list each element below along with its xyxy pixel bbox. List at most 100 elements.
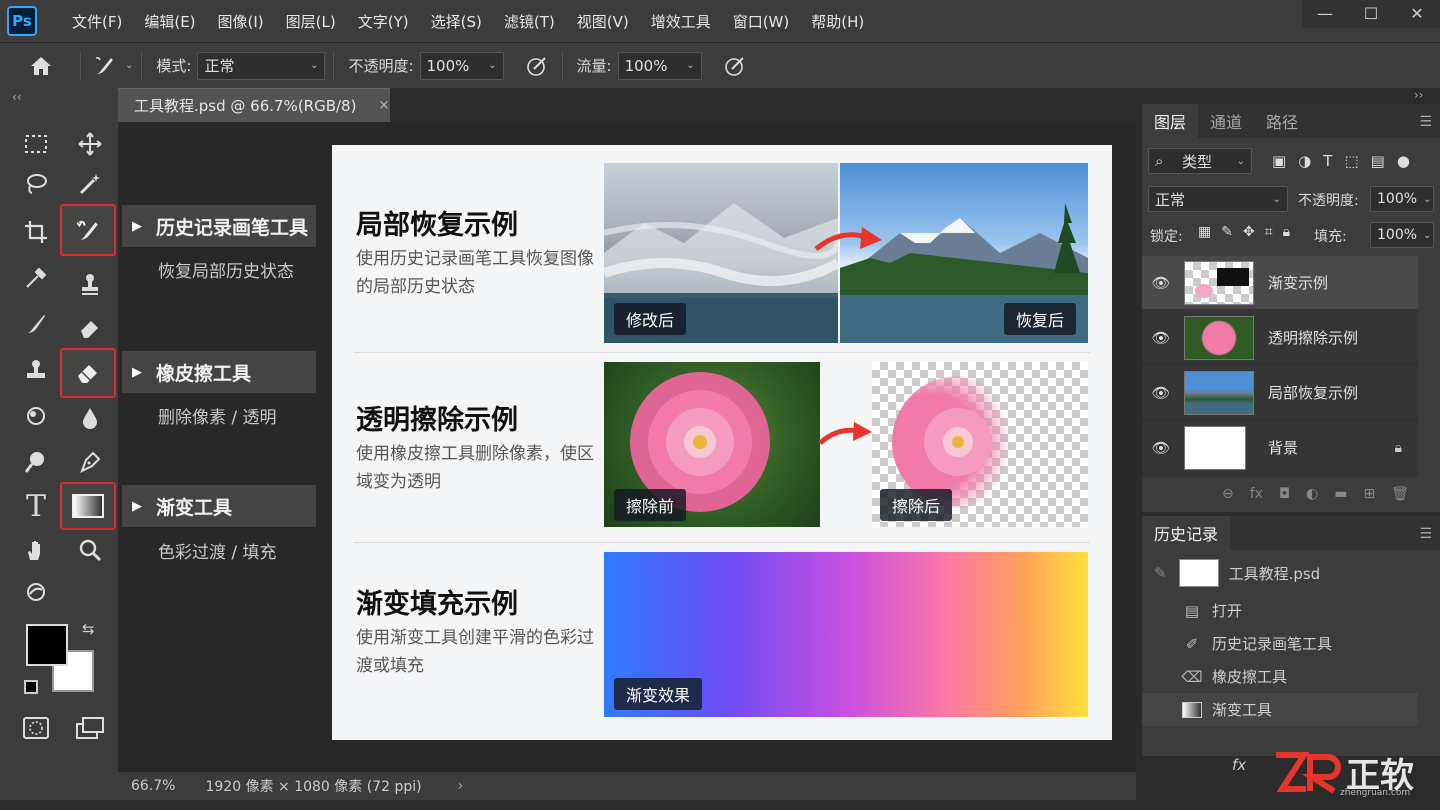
panel-menu-icon[interactable]: ☰ xyxy=(1419,526,1432,542)
new-layer-icon[interactable]: ⊞ xyxy=(1363,486,1375,502)
document-canvas[interactable]: 局部恢复示例 使用历史记录画笔工具恢复图像的局部历史状态 修改后 恢复后 透明擦… xyxy=(332,145,1112,740)
zoom-level[interactable]: 66.7% xyxy=(131,778,175,794)
brush-tool-icon[interactable] xyxy=(16,304,56,344)
history-brush-tool-icon[interactable] xyxy=(60,204,116,256)
smart-object-filter-icon[interactable]: ▤ xyxy=(1371,152,1385,170)
maximize-button[interactable]: ☐ xyxy=(1348,0,1394,26)
link-icon[interactable]: ⊖ xyxy=(1222,486,1234,502)
adjustment-icon[interactable]: ◐ xyxy=(1306,486,1318,502)
menu-filter[interactable]: 滤镜(T) xyxy=(493,11,566,32)
menu-type[interactable]: 文字(Y) xyxy=(347,11,420,32)
history-snapshot[interactable]: ✎ 工具教程.psd xyxy=(1142,554,1418,592)
tab-history[interactable]: 历史记录 xyxy=(1142,516,1231,550)
layer-opacity-input[interactable]: 100% ⌄ xyxy=(1370,186,1434,212)
history-item[interactable]: ✐ 历史记录画笔工具 xyxy=(1142,627,1418,660)
lasso-tool-icon[interactable] xyxy=(16,164,56,204)
tab-channels[interactable]: 通道 xyxy=(1198,104,1254,138)
type-tool-icon[interactable]: T xyxy=(16,486,56,526)
quick-mask-icon[interactable] xyxy=(16,708,56,748)
blend-mode-select[interactable]: 正常 ⌄ xyxy=(1148,186,1288,212)
history-item[interactable]: ▤ 打开 xyxy=(1142,594,1418,627)
blur-tool-icon[interactable] xyxy=(16,396,56,436)
status-menu-arrow[interactable]: › xyxy=(458,778,464,794)
swap-colors-icon[interactable]: ⇆ xyxy=(82,620,95,638)
menu-plugins[interactable]: 增效工具 xyxy=(640,11,722,32)
hand-tool-icon[interactable] xyxy=(16,530,56,570)
fill-input[interactable]: 100% ⌄ xyxy=(1370,222,1434,248)
dodge-tool-icon[interactable] xyxy=(16,442,56,482)
home-icon[interactable] xyxy=(26,51,56,81)
history-brush-preset-icon[interactable] xyxy=(89,51,119,81)
stamp-tool-icon[interactable] xyxy=(16,350,56,390)
eye-icon[interactable]: 👁︎ xyxy=(1142,274,1180,292)
tab-layers[interactable]: 图层 xyxy=(1142,104,1199,138)
foreground-color-swatch[interactable] xyxy=(26,624,68,666)
folder-icon[interactable]: ▬ xyxy=(1334,486,1347,502)
layer-row[interactable]: 👁︎ 渐变示例 xyxy=(1142,256,1418,310)
row3-title: 渐变填充示例 xyxy=(356,589,518,620)
chevron-down-icon[interactable]: ⌄ xyxy=(125,60,133,71)
adjustment-filter-icon[interactable]: ◑ xyxy=(1298,152,1311,170)
lock-all-icon[interactable]: 🔒︎ xyxy=(1283,224,1290,240)
eye-icon[interactable]: 👁︎ xyxy=(1142,439,1180,457)
close-button[interactable]: ✕ xyxy=(1394,0,1440,26)
trash-icon[interactable]: 🗑︎ xyxy=(1391,486,1409,502)
collapse-toolbar-button[interactable]: ‹‹ xyxy=(12,90,22,104)
pressure-opacity-icon[interactable] xyxy=(522,51,552,81)
filter-toggle-icon[interactable]: ● xyxy=(1397,152,1410,170)
menu-image[interactable]: 图像(I) xyxy=(207,11,275,32)
marquee-tool-icon[interactable] xyxy=(16,124,56,164)
eye-icon[interactable]: 👁︎ xyxy=(1142,329,1180,347)
zoom-tool-icon[interactable] xyxy=(70,530,110,570)
magic-wand-icon[interactable] xyxy=(70,164,110,204)
eye-icon[interactable]: 👁︎ xyxy=(1142,384,1180,402)
crop-tool-icon[interactable] xyxy=(16,212,56,252)
minimize-button[interactable]: — xyxy=(1302,0,1348,26)
lock-label: 锁定: xyxy=(1150,229,1183,245)
history-item[interactable]: ⌫ 橡皮擦工具 xyxy=(1142,660,1418,693)
drop-icon[interactable] xyxy=(70,398,110,438)
layer-row[interactable]: 👁︎ 透明擦除示例 xyxy=(1142,311,1418,365)
collapse-panels-button[interactable]: ›› xyxy=(1414,88,1424,102)
lock-position-icon[interactable]: ✥ xyxy=(1243,224,1255,240)
layer-filter-select[interactable]: ⌕ 类型 ⌄ xyxy=(1148,148,1252,174)
layer-row[interactable]: 👁︎ 局部恢复示例 xyxy=(1142,366,1418,420)
lock-transparent-icon[interactable]: ▦ xyxy=(1198,224,1211,240)
fx-icon[interactable]: fx xyxy=(1250,486,1263,502)
flow-input[interactable]: 100% ⌄ xyxy=(617,51,702,80)
gradient-tool-icon[interactable] xyxy=(60,482,116,530)
menu-window[interactable]: 窗口(W) xyxy=(722,11,801,32)
airbrush-icon[interactable] xyxy=(720,51,750,81)
history-brush-source-icon[interactable]: ✎ xyxy=(1154,564,1167,582)
menu-select[interactable]: 选择(S) xyxy=(420,11,493,32)
menu-edit[interactable]: 编辑(E) xyxy=(133,11,206,32)
edit-toolbar-icon[interactable] xyxy=(16,572,56,612)
clone-stamp-icon[interactable] xyxy=(70,264,110,304)
type-filter-icon[interactable]: T xyxy=(1323,152,1332,170)
image-filter-icon[interactable]: ▣ xyxy=(1272,152,1286,170)
close-tab-icon[interactable]: × xyxy=(378,98,389,113)
opacity-input[interactable]: 100% ⌄ xyxy=(419,51,504,80)
default-colors-icon[interactable] xyxy=(24,680,38,694)
lock-pixels-icon[interactable]: ✎ xyxy=(1221,224,1233,240)
menu-file[interactable]: 文件(F) xyxy=(61,11,133,32)
menu-help[interactable]: 帮助(H) xyxy=(800,11,875,32)
mask-icon[interactable]: ◘ xyxy=(1279,486,1290,502)
mode-select[interactable]: 正常 ⌄ xyxy=(197,51,326,80)
history-item[interactable]: 渐变工具 xyxy=(1142,693,1418,726)
shape-filter-icon[interactable]: ⬚ xyxy=(1344,152,1358,170)
document-tab[interactable]: 工具教程.psd @ 66.7%(RGB/8) × xyxy=(118,88,390,122)
tab-paths[interactable]: 路径 xyxy=(1254,104,1310,138)
eraser-tool-icon[interactable] xyxy=(70,308,110,348)
lock-artboard-icon[interactable]: ⌗ xyxy=(1265,224,1273,240)
panel-menu-icon[interactable]: ☰ xyxy=(1419,114,1432,130)
menu-layer[interactable]: 图层(L) xyxy=(275,11,347,32)
fx-icon[interactable]: fx xyxy=(1232,756,1246,774)
layer-row[interactable]: 👁︎ 背景 🔒︎ xyxy=(1142,421,1418,475)
eraser-tool-selected-icon[interactable] xyxy=(60,348,116,398)
menu-view[interactable]: 视图(V) xyxy=(566,11,640,32)
screen-mode-icon[interactable] xyxy=(70,708,110,748)
pen-tool-icon[interactable] xyxy=(70,442,110,482)
move-tool-icon[interactable] xyxy=(70,124,110,164)
eyedropper-icon[interactable] xyxy=(16,258,56,298)
